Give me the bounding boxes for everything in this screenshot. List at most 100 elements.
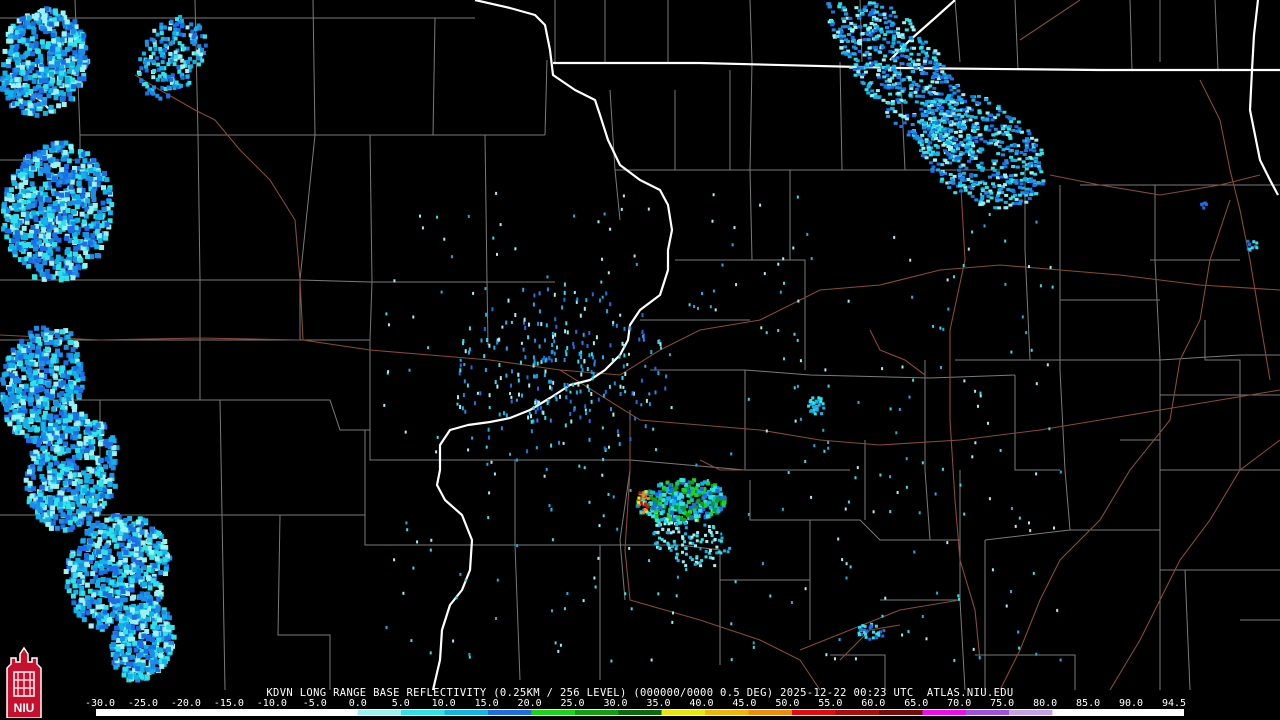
echo-pixel xyxy=(9,244,14,249)
echo-pixel xyxy=(883,16,888,20)
echo-pixel xyxy=(855,13,860,17)
echo-pixel xyxy=(50,47,56,52)
echo-pixel xyxy=(10,215,16,221)
echo-pixel xyxy=(112,483,118,489)
echo-pixel xyxy=(52,176,57,182)
echo-pixel xyxy=(149,648,155,654)
echo-pixel xyxy=(984,186,989,189)
echo-pixel xyxy=(49,339,55,345)
echo-pixel xyxy=(950,149,955,153)
echo-pixel xyxy=(53,89,59,95)
echo-pixel xyxy=(67,560,73,566)
echo-pixel xyxy=(126,661,132,667)
echo-pixel xyxy=(900,36,905,40)
echo-pixel xyxy=(3,363,9,369)
clutter-pixel xyxy=(586,367,589,371)
echo-pixel xyxy=(933,74,938,78)
echo-pixel xyxy=(111,459,117,465)
echo-pixel xyxy=(931,112,935,116)
echo-pixel xyxy=(5,74,11,80)
echo-pixel xyxy=(837,5,842,9)
echo-pixel xyxy=(707,525,711,529)
echo-pixel xyxy=(131,594,137,600)
echo-pixel xyxy=(918,40,923,44)
echo-pixel xyxy=(4,216,10,222)
echo-pixel xyxy=(109,533,115,539)
echo-pixel xyxy=(155,596,161,602)
echo-pixel xyxy=(940,163,945,167)
echo-pixel xyxy=(178,32,183,37)
echo-pixel xyxy=(667,522,671,526)
echo-pixel xyxy=(936,120,941,124)
echo-pixel xyxy=(913,90,918,94)
echo-pixel xyxy=(65,58,71,64)
echo-pixel xyxy=(726,550,730,554)
echo-pixel xyxy=(96,253,102,259)
echo-pixel xyxy=(908,22,913,26)
echo-pixel xyxy=(80,163,86,169)
echo-pixel xyxy=(848,52,853,56)
echo-pixel xyxy=(65,504,71,509)
echo-pixel xyxy=(1019,182,1024,186)
echo-pixel xyxy=(26,192,32,198)
echo-pixel xyxy=(869,94,874,98)
echo-pixel xyxy=(947,102,952,106)
echo-pixel xyxy=(70,29,76,35)
echo-pixel xyxy=(66,396,72,402)
echo-pixel xyxy=(89,578,95,584)
radar-map[interactable] xyxy=(0,0,1280,720)
clutter-pixel xyxy=(526,375,529,380)
echo-pixel xyxy=(10,347,16,353)
echo-pixel xyxy=(867,56,872,60)
echo-pixel xyxy=(864,51,869,55)
echo-pixel xyxy=(927,90,932,94)
echo-pixel xyxy=(102,487,108,493)
echo-pixel xyxy=(1200,202,1204,206)
echo-pixel xyxy=(932,116,937,120)
echo-pixel xyxy=(95,422,101,428)
echo-pixel xyxy=(163,48,167,52)
echo-pixel xyxy=(162,631,168,637)
echo-pixel xyxy=(157,551,163,556)
echo-pixel xyxy=(40,168,46,174)
echo-pixel xyxy=(874,5,879,8)
echo-pixel xyxy=(185,46,190,51)
echo-pixel xyxy=(704,533,707,537)
echo-pixel xyxy=(1006,145,1011,149)
echo-pixel xyxy=(21,225,27,231)
echo-pixel xyxy=(66,487,72,493)
echo-pixel xyxy=(152,85,156,90)
echo-pixel xyxy=(851,38,856,42)
echo-pixel xyxy=(53,447,59,453)
echo-pixel xyxy=(47,425,53,431)
echo-pixel xyxy=(900,62,905,66)
clutter-pixel xyxy=(553,351,556,356)
echo-pixel xyxy=(24,50,30,56)
echo-pixel xyxy=(84,225,90,231)
echo-pixel xyxy=(820,412,823,416)
echo-pixel xyxy=(30,225,36,230)
echo-pixel xyxy=(109,472,115,478)
echo-pixel xyxy=(107,210,113,216)
echo-pixel xyxy=(939,80,944,84)
echo-pixel xyxy=(962,108,967,112)
echo-pixel xyxy=(185,69,190,73)
clutter-pixel xyxy=(526,449,529,454)
echo-pixel xyxy=(94,229,100,235)
echo-pixel xyxy=(958,153,963,157)
echo-pixel xyxy=(154,591,160,597)
echo-pixel xyxy=(31,486,37,492)
echo-pixel xyxy=(638,491,642,495)
clutter-pixel xyxy=(575,329,578,334)
echo-pixel xyxy=(942,120,947,124)
echo-pixel xyxy=(96,549,102,555)
echo-pixel xyxy=(998,198,1003,202)
echo-pixel xyxy=(26,251,32,257)
echo-pixel xyxy=(931,56,936,60)
echo-pixel xyxy=(55,161,61,167)
echo-pixel xyxy=(81,617,87,623)
echo-pixel xyxy=(907,19,912,23)
echo-pixel xyxy=(40,421,46,427)
echo-pixel xyxy=(906,133,911,137)
echo-pixel xyxy=(82,158,88,164)
